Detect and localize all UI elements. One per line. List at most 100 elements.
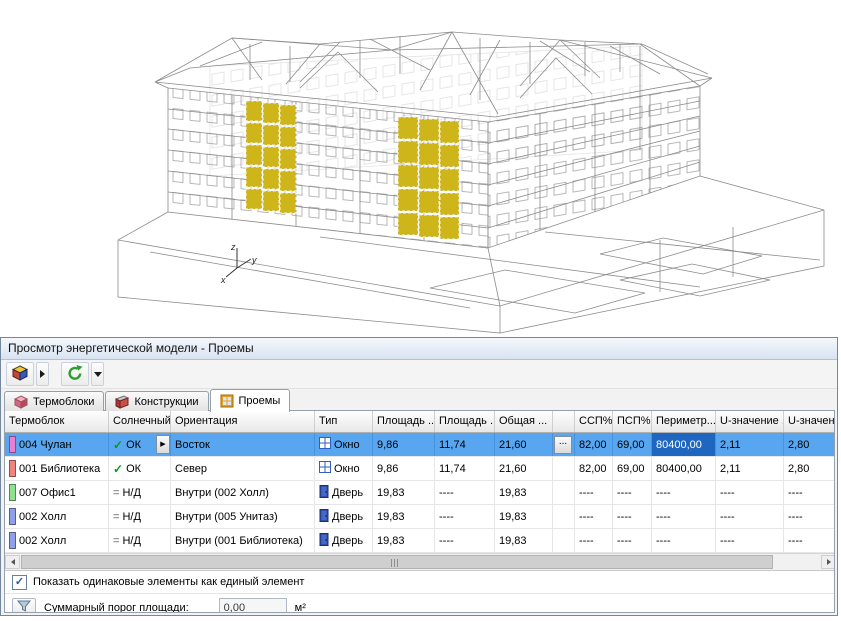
cell-u-value[interactable]: ---- bbox=[716, 481, 784, 504]
cell-area-lighting[interactable]: ---- bbox=[435, 481, 495, 504]
cell-area-lighting[interactable]: 11,74 bbox=[435, 433, 495, 456]
cell-area-window[interactable]: 19,83 bbox=[373, 505, 435, 528]
column-header-area-lighting[interactable]: Площадь ... bbox=[435, 411, 495, 432]
cell-u-value[interactable]: ---- bbox=[716, 505, 784, 528]
cell-u-value-2[interactable]: ---- bbox=[784, 529, 834, 552]
cell-u-value[interactable]: 2,11 bbox=[716, 457, 784, 480]
cell-psp[interactable]: 69,00 bbox=[613, 457, 652, 480]
cell-perimeter[interactable]: ---- bbox=[652, 529, 716, 552]
cell-ssp[interactable]: ---- bbox=[575, 481, 613, 504]
table-row-2[interactable]: 001 Библиотека ✓ ОК Север Окно 9,86 11,7… bbox=[5, 457, 834, 481]
scroll-left-button[interactable] bbox=[5, 555, 20, 569]
cell-orientation[interactable]: Внутри (005 Унитаз) bbox=[171, 505, 315, 528]
cell-text: Внутри (001 Библиотека) bbox=[175, 534, 303, 547]
cell-u-value-2[interactable]: 2,80 bbox=[784, 457, 834, 480]
table-row-1[interactable]: 004 Чулан ✓ ОК ▶ Восток Окно 9,86 11,74 … bbox=[5, 433, 834, 457]
cell-orientation[interactable]: Север bbox=[171, 457, 315, 480]
cell-ssp[interactable]: 82,00 bbox=[575, 457, 613, 480]
cell-area-lighting[interactable]: ---- bbox=[435, 505, 495, 528]
cell-solar[interactable]: ✓ ОК ▶ bbox=[109, 433, 171, 456]
openings-table: Термоблок Солнечный ... Ориентация Тип П… bbox=[5, 411, 834, 553]
tab-constructions[interactable]: Конструкции bbox=[105, 391, 209, 411]
cell-area-lighting[interactable]: ---- bbox=[435, 529, 495, 552]
cell-u-value-2[interactable]: 2,80 bbox=[784, 433, 834, 456]
cell-thermoblock[interactable]: 004 Чулан bbox=[5, 433, 109, 456]
cell-psp[interactable]: 69,00 bbox=[613, 433, 652, 456]
cell-area-lighting[interactable]: 11,74 bbox=[435, 457, 495, 480]
merge-elements-checkbox[interactable]: ✓ bbox=[12, 574, 27, 590]
table-row-5[interactable]: 002 Холл = Н/Д Внутри (001 Библиотека) Д… bbox=[5, 529, 834, 553]
cell-text: Н/Д bbox=[122, 510, 141, 523]
tab-openings[interactable]: Проемы bbox=[209, 389, 291, 412]
open-editor-button[interactable]: ... bbox=[554, 435, 572, 454]
column-header-psp[interactable]: ПСП% bbox=[613, 411, 652, 432]
cell-orientation[interactable]: Внутри (002 Холл) bbox=[171, 481, 315, 504]
cell-psp[interactable]: ---- bbox=[613, 481, 652, 504]
cell-solar[interactable]: ✓ ОК bbox=[109, 457, 171, 480]
cell-area-total[interactable]: 21,60 bbox=[495, 433, 553, 456]
column-header-orientation[interactable]: Ориентация bbox=[171, 411, 315, 432]
cell-thermoblock[interactable]: 002 Холл bbox=[5, 505, 109, 528]
table-row-4[interactable]: 002 Холл = Н/Д Внутри (005 Унитаз) Дверь… bbox=[5, 505, 834, 529]
cell-thermoblock[interactable]: 002 Холл bbox=[5, 529, 109, 552]
horizontal-scrollbar[interactable] bbox=[5, 553, 834, 570]
cell-solar[interactable]: = Н/Д bbox=[109, 529, 171, 552]
refresh-button[interactable] bbox=[61, 362, 89, 386]
cell-thermoblock[interactable]: 007 Офис1 bbox=[5, 481, 109, 504]
column-header-type[interactable]: Тип bbox=[315, 411, 373, 432]
area-threshold-input[interactable] bbox=[218, 597, 287, 612]
model-3d-viewport[interactable]: z y x bbox=[0, 0, 841, 337]
cell-orientation[interactable]: Внутри (001 Библиотека) bbox=[171, 529, 315, 552]
cell-solar[interactable]: = Н/Д bbox=[109, 505, 171, 528]
tab-thermoblocks[interactable]: Термоблоки bbox=[4, 391, 105, 411]
cell-ssp[interactable]: 82,00 bbox=[575, 433, 613, 456]
model-view-button[interactable] bbox=[6, 362, 34, 386]
cell-type[interactable]: Дверь bbox=[315, 505, 373, 528]
cell-area-total[interactable]: 19,83 bbox=[495, 481, 553, 504]
filter-button[interactable] bbox=[12, 597, 36, 612]
cell-area-total[interactable]: 19,83 bbox=[495, 529, 553, 552]
cell-area-total[interactable]: 19,83 bbox=[495, 505, 553, 528]
thermoblock-color-chip bbox=[9, 508, 16, 525]
cell-psp[interactable]: ---- bbox=[613, 529, 652, 552]
cell-perimeter[interactable]: ---- bbox=[652, 505, 716, 528]
column-header-area-total[interactable]: Общая ... bbox=[495, 411, 553, 432]
cell-psp[interactable]: ---- bbox=[613, 505, 652, 528]
column-header-u-value[interactable]: U-значение ... bbox=[716, 411, 784, 432]
model-view-dropdown-button[interactable] bbox=[36, 362, 49, 386]
column-header-thermoblock[interactable]: Термоблок bbox=[5, 411, 109, 432]
table-row-3[interactable]: 007 Офис1 = Н/Д Внутри (002 Холл) Дверь … bbox=[5, 481, 834, 505]
cell-u-value-2[interactable]: ---- bbox=[784, 481, 834, 504]
cell-area-window[interactable]: 9,86 bbox=[373, 433, 435, 456]
cell-u-value-2[interactable]: ---- bbox=[784, 505, 834, 528]
column-header-solar[interactable]: Солнечный ... bbox=[109, 411, 171, 432]
cell-thermoblock[interactable]: 001 Библиотека bbox=[5, 457, 109, 480]
cell-orientation[interactable]: Восток bbox=[171, 433, 315, 456]
column-header-u-value-2[interactable]: U-значени... bbox=[784, 411, 834, 432]
cell-perimeter[interactable]: ---- bbox=[652, 481, 716, 504]
cell-perimeter[interactable]: 80400,00 bbox=[652, 433, 716, 456]
column-header-area-window[interactable]: Площадь ... bbox=[373, 411, 435, 432]
cell-area-window[interactable]: 19,83 bbox=[373, 529, 435, 552]
cell-u-value[interactable]: ---- bbox=[716, 529, 784, 552]
column-header-ssp[interactable]: ССП% bbox=[575, 411, 613, 432]
cell-type[interactable]: Дверь bbox=[315, 481, 373, 504]
refresh-dropdown-button[interactable] bbox=[91, 362, 104, 386]
scrollbar-thumb[interactable] bbox=[21, 555, 773, 569]
cell-type[interactable]: Окно bbox=[315, 457, 373, 480]
cell-type[interactable]: Дверь bbox=[315, 529, 373, 552]
cell-area-window[interactable]: 19,83 bbox=[373, 481, 435, 504]
cell-solar[interactable]: = Н/Д bbox=[109, 481, 171, 504]
window-titlebar[interactable]: Просмотр энергетической модели - Проемы bbox=[1, 338, 837, 360]
cell-area-total[interactable]: 21,60 bbox=[495, 457, 553, 480]
cell-type[interactable]: Окно bbox=[315, 433, 373, 456]
column-header-perimeter[interactable]: Периметр... bbox=[652, 411, 716, 432]
cell-perimeter[interactable]: 80400,00 bbox=[652, 457, 716, 480]
scroll-right-button[interactable] bbox=[821, 555, 834, 569]
cell-u-value[interactable]: 2,11 bbox=[716, 433, 784, 456]
cell-text: Окно bbox=[334, 462, 360, 475]
cell-ssp[interactable]: ---- bbox=[575, 505, 613, 528]
cell-area-window[interactable]: 9,86 bbox=[373, 457, 435, 480]
solar-dropdown-button[interactable]: ▶ bbox=[156, 435, 170, 454]
cell-ssp[interactable]: ---- bbox=[575, 529, 613, 552]
